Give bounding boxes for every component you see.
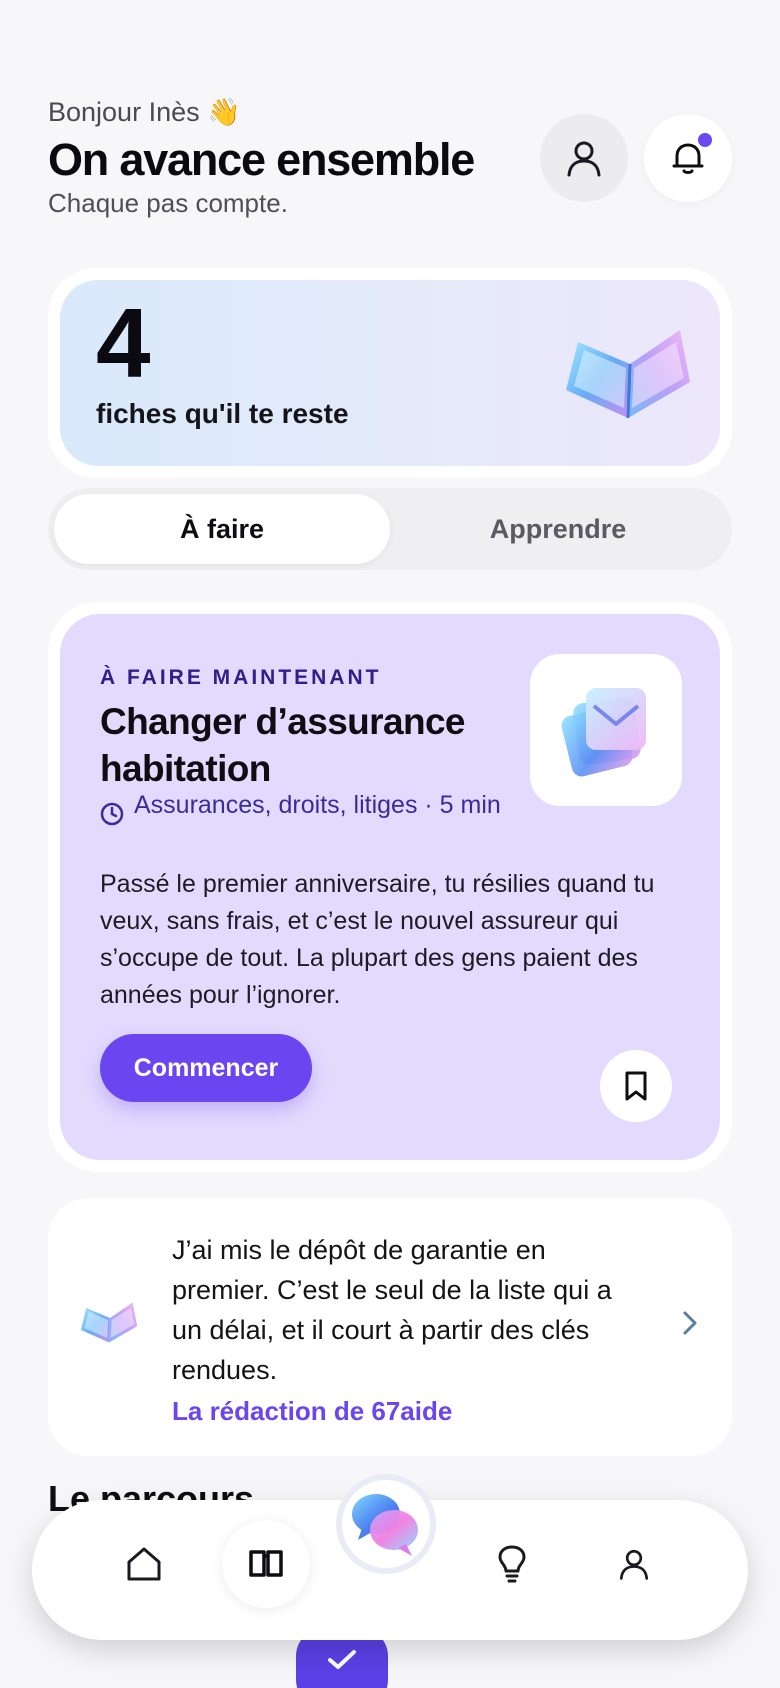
open-book-icon xyxy=(80,1302,138,1343)
page-title: On avance ensemble xyxy=(48,134,475,185)
task-title: Changer d’assurance habitation xyxy=(100,701,466,789)
notifications-button[interactable] xyxy=(644,114,732,202)
home-icon xyxy=(127,1547,161,1581)
bookmark-icon xyxy=(625,1071,647,1101)
nav-home[interactable] xyxy=(100,1520,188,1608)
tab-switcher: À faire Apprendre xyxy=(48,488,732,570)
remaining-count: 4 xyxy=(96,288,150,398)
remaining-cards-inner: 4 fiches qu'il te reste xyxy=(60,280,720,466)
lightbulb-icon xyxy=(498,1545,526,1583)
tab-a-faire[interactable]: À faire xyxy=(54,494,390,564)
nav-ideas[interactable] xyxy=(468,1520,556,1608)
mail-stack-icon xyxy=(561,688,646,777)
task-thumbnail xyxy=(530,654,682,806)
remaining-label: fiches qu'il te reste xyxy=(96,398,349,429)
user-icon xyxy=(567,141,601,177)
bottom-navigation xyxy=(32,1474,748,1640)
task-description: Passé le premier anniversaire, tu résili… xyxy=(100,870,655,1009)
page-subtitle: Chaque pas compte. xyxy=(48,188,288,218)
start-button[interactable]: Commencer xyxy=(100,1034,312,1102)
nav-profile[interactable] xyxy=(590,1520,678,1608)
check-icon xyxy=(328,1650,356,1669)
nav-assistant[interactable] xyxy=(336,1474,436,1574)
notification-dot xyxy=(698,133,712,147)
book-icon xyxy=(249,1550,283,1577)
task-meta: Assurances, droits, litiges · 5 min xyxy=(100,790,504,826)
open-book-icon xyxy=(566,330,690,419)
profile-button[interactable] xyxy=(540,114,628,202)
clock-icon xyxy=(100,802,124,826)
tip-author: La rédaction de 67aide xyxy=(172,1396,453,1426)
chevron-right-icon xyxy=(683,1311,697,1335)
editorial-tip-card[interactable]: J’ai mis le dépôt de garantie en premier… xyxy=(48,1198,732,1456)
home-screen: Bonjour Inès 👋 On avance ensemble Chaque… xyxy=(0,0,780,1688)
greeting: Bonjour Inès 👋 xyxy=(48,97,241,127)
chat-bubbles-icon xyxy=(352,1494,418,1556)
remaining-cards-panel: 4 fiches qu'il te reste xyxy=(48,268,732,478)
task-eyebrow: À FAIRE MAINTENANT xyxy=(100,666,382,689)
tip-text: J’ai mis le dépôt de garantie en premier… xyxy=(172,1235,612,1385)
task-meta-text: Assurances, droits, litiges · 5 min xyxy=(134,791,501,819)
current-task-inner: À FAIRE MAINTENANT Changer d’assurance h… xyxy=(60,614,720,1160)
tab-apprendre[interactable]: Apprendre xyxy=(390,494,726,564)
nav-fiches[interactable] xyxy=(222,1520,310,1608)
current-task-card: À FAIRE MAINTENANT Changer d’assurance h… xyxy=(48,602,732,1172)
profile-icon xyxy=(619,1549,649,1580)
bookmark-button[interactable] xyxy=(600,1050,672,1122)
